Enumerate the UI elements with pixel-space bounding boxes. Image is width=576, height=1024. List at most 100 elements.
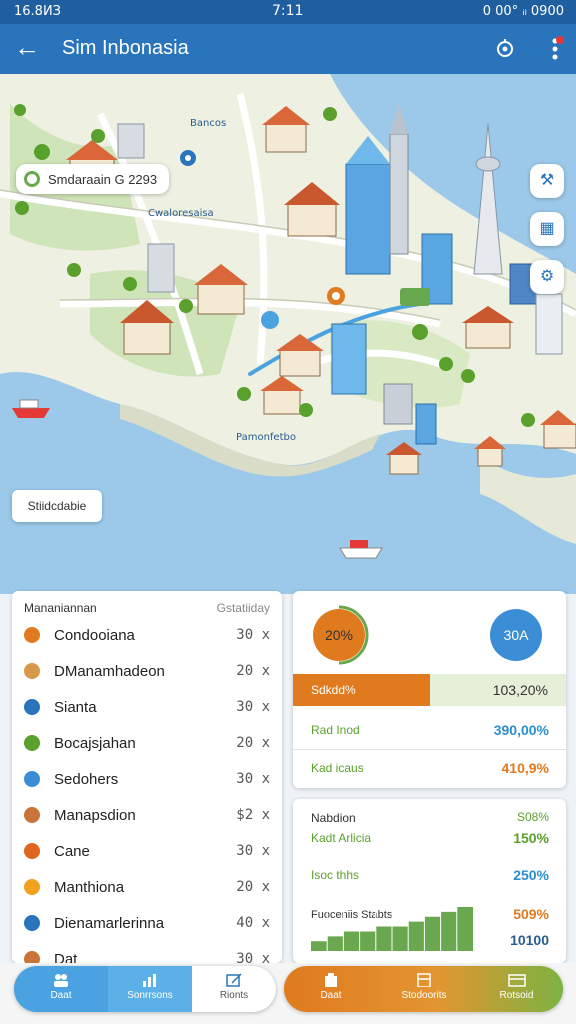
stats-last-value: 10100	[510, 932, 549, 948]
energy-icon	[24, 879, 40, 895]
coin-icon	[24, 627, 40, 643]
resource-name: Sianta	[54, 698, 97, 716]
resource-value: 20 x	[236, 879, 270, 895]
map-settings-button[interactable]: ⚙	[530, 260, 564, 294]
bottom-nav: Daat Sonrrsons Rionts Daat Stodoorits Ro…	[0, 963, 576, 1024]
layers-icon: ▦	[539, 220, 555, 237]
resource-row[interactable]: Condooiana 30 x	[24, 621, 270, 649]
divider	[293, 749, 566, 750]
resource-row[interactable]: Bocajsjahan 20 x	[24, 729, 270, 757]
resource-name: Sedohers	[54, 770, 119, 788]
map-layer-button[interactable]: ▦	[530, 212, 564, 246]
map-label-coast: Pamonfetbo	[236, 432, 296, 443]
chart-icon	[143, 974, 156, 987]
map-info-chip[interactable]: Stiidcdabie	[12, 490, 102, 522]
resource-list-subtitle: Gstatiiday	[216, 601, 270, 615]
edit-icon	[226, 973, 242, 987]
shop-icon	[325, 973, 337, 987]
hammer-icon	[24, 699, 40, 715]
resource-value: 30 x	[236, 843, 270, 859]
tab-card[interactable]: Rotsoid	[470, 966, 563, 1012]
tv-tower	[473, 123, 503, 275]
house-icon	[24, 807, 40, 823]
stats-row-value: 410,9%	[501, 760, 549, 776]
location-icon	[24, 171, 40, 187]
resource-name: Manthiona	[54, 878, 125, 896]
stats-progress-label: Sdkdd%	[311, 683, 356, 697]
resource-list-panel: Mananiannan Gstatiiday Condooiana 30 x DMa…	[12, 591, 282, 968]
tab-stats[interactable]: Sonrrsons	[108, 966, 192, 1012]
back-arrow-icon[interactable]: ←	[14, 34, 40, 60]
status-right: 0 00° ᵢₗ 0900	[482, 4, 564, 19]
map-tool-button[interactable]: ⚒	[530, 164, 564, 198]
document-icon	[24, 915, 40, 931]
stats-progress-value: 103,20%	[492, 682, 548, 698]
resource-value: 20 x	[236, 663, 270, 679]
location-search[interactable]: Smdaraain G 2293	[16, 164, 170, 194]
tab-shop[interactable]: Daat	[284, 966, 378, 1012]
stats-progress-bar: Sdkdd% 103,20%	[293, 674, 566, 706]
card-icon	[507, 974, 526, 987]
resource-row[interactable]: Cane 30 x	[24, 837, 270, 865]
stats-row-label: Rad Inod	[311, 723, 360, 737]
progress-ring-right-label: 30A	[503, 627, 529, 643]
growth-chart	[311, 903, 473, 951]
resource-value: 30 x	[236, 771, 270, 787]
stats-panel-bottom: Nabdion S08% Kadt Arlicia 150% Isoc thhs…	[293, 799, 566, 963]
bottom-nav-right-group: Daat Stodoorits Rotsoid	[284, 966, 563, 1012]
bottom-nav-left-group: Daat Sonrrsons Rionts	[14, 966, 276, 1012]
stats-row-value: 250%	[513, 867, 549, 883]
tab-card-label: Rotsoid	[499, 990, 534, 1001]
stats-row-label: Kad icaus	[311, 761, 364, 775]
tab-storage[interactable]: Stodoorits	[378, 966, 470, 1012]
stats-bottom-title-value: S08%	[516, 810, 549, 824]
resource-row[interactable]: Manapsdion $2 x	[24, 801, 270, 829]
resource-row[interactable]: Sedohers 30 x	[24, 765, 270, 793]
stats-row: Kad icaus 410,9%	[311, 760, 549, 781]
resource-value: 20 x	[236, 735, 270, 751]
tab-storage-label: Stodoorits	[401, 990, 447, 1001]
food-icon	[24, 843, 40, 859]
tab-stats-label: Sonrrsons	[127, 990, 173, 1001]
settings-icon: ⚙	[539, 268, 555, 285]
status-time: 7:11	[272, 3, 304, 19]
resource-name: Bocajsjahan	[54, 734, 136, 752]
resource-name: Condooiana	[54, 626, 135, 644]
stats-row-value: 150%	[513, 830, 549, 846]
resource-name: Dienamarlerinna	[54, 914, 165, 932]
resource-name: Cane	[54, 842, 90, 860]
map-label-road: Bancos	[190, 118, 227, 129]
resource-row[interactable]: Sianta 30 x	[24, 693, 270, 721]
stats-row: Kadt Arlicia 150%	[311, 830, 549, 846]
resource-row[interactable]: Manthiona 20 x	[24, 873, 270, 901]
people-icon	[54, 974, 68, 987]
tab-reports[interactable]: Rionts	[192, 966, 276, 1012]
tab-people-label: Daat	[50, 990, 72, 1001]
stats-panel-top: 20% 30A Sdkdd% 103,20% Rad Inod 390,00% …	[293, 591, 566, 788]
map-info-chip-text: Stiidcdabie	[27, 499, 87, 513]
stats-row-label: Isoc thhs	[311, 868, 360, 882]
resource-row[interactable]: DManamhadeon 20 x	[24, 657, 270, 685]
location-search-text: Smdaraain G 2293	[48, 171, 158, 187]
resource-value: 30 x	[236, 627, 270, 643]
progress-ring-left: 20%	[309, 605, 369, 665]
resource-list-header: Mananiannan Gstatiiday	[24, 601, 270, 615]
status-bar: 16.8ИЗ 7:11 0 00° ᵢₗ 0900	[0, 0, 576, 24]
stats-bottom-title-row: Nabdion S08%	[311, 810, 549, 825]
tool-icon: ⚒	[539, 172, 555, 189]
locate-icon[interactable]	[494, 38, 516, 60]
notification-dot	[556, 36, 564, 44]
stats-row-label: Kadt Arlicia	[311, 831, 372, 845]
resource-name: DManamhadeon	[54, 662, 165, 680]
tab-people[interactable]: Daat	[14, 966, 108, 1012]
city-map[interactable]: Smdaraain G 2293 ⚒ ▦ ⚙ Bancos Cwaloresai…	[0, 74, 576, 594]
resource-name: Manapsdion	[54, 806, 136, 824]
resource-value: 40 x	[236, 915, 270, 931]
water-icon	[24, 771, 40, 787]
resource-row[interactable]: Dienamarlerinna 40 x	[24, 909, 270, 937]
resource-value: $2 x	[236, 807, 270, 823]
map-label-city: Cwaloresaisa	[148, 208, 214, 219]
progress-ring-right: 30A	[486, 605, 546, 665]
status-left: 16.8ИЗ	[14, 4, 62, 19]
leaf-icon	[24, 735, 40, 751]
